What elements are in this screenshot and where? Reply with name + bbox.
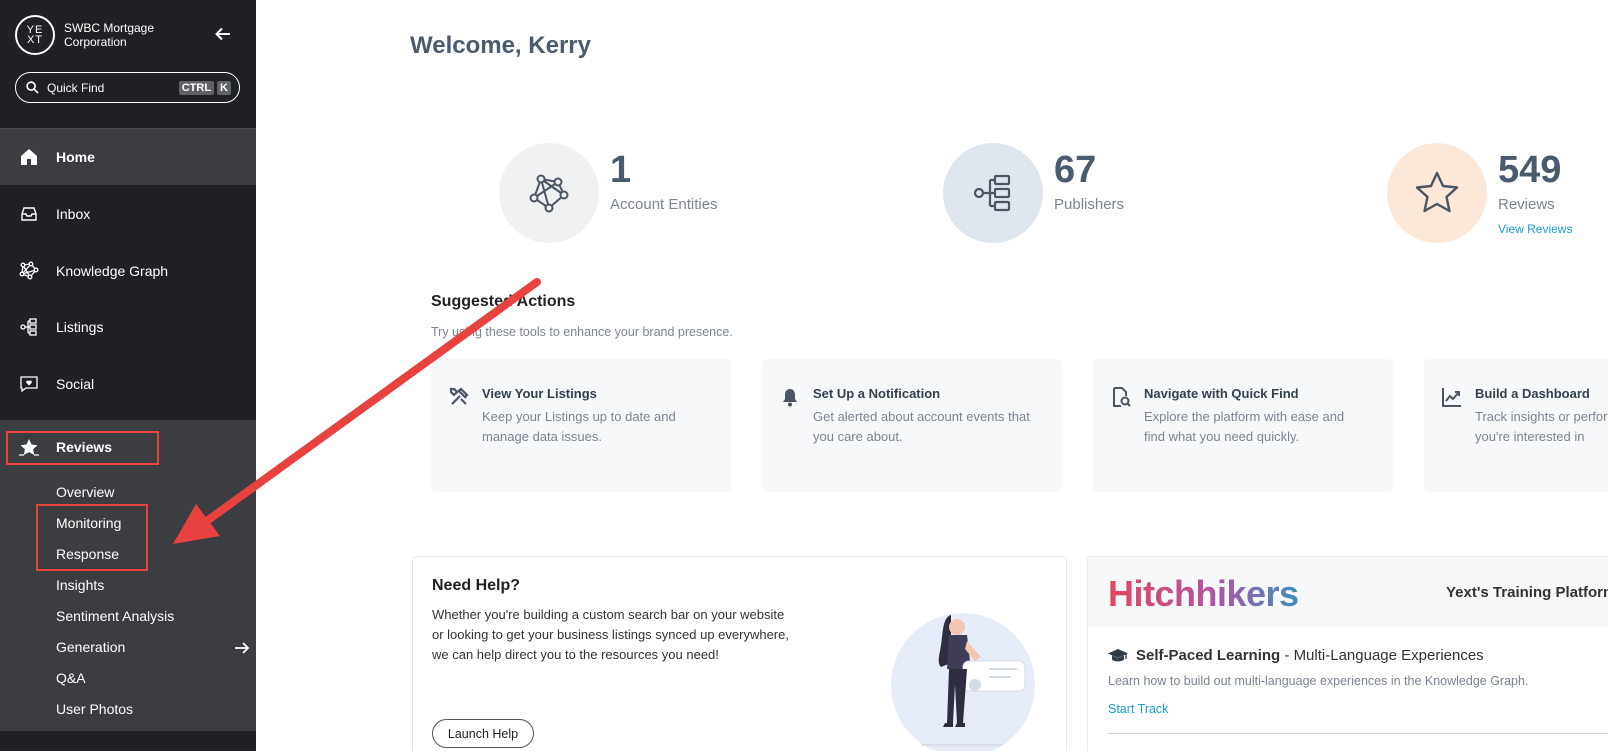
action-card-desc: Explore the platform with ease and find … [1144,409,1345,444]
action-card-title: Build a Dashboard [1475,386,1590,401]
launch-help-button[interactable]: Launch Help [432,719,534,748]
action-card-desc: Get alerted about account events that yo… [813,409,1030,444]
bell-icon [783,389,797,407]
arrow-right-icon[interactable] [234,640,250,656]
sidebar-item-label: Listings [56,319,104,335]
shortcut-key-k: K [217,80,231,95]
inbox-icon [19,204,39,224]
stat-publishers-value: 67 [1054,149,1097,191]
course-separator: - [1280,647,1294,664]
panel-divider [1108,733,1608,734]
home-icon [19,147,39,167]
hitchhikers-panel: Hitchhikers Yext's Training Platform Sel… [1087,556,1608,751]
stat-reviews-value: 549 [1498,149,1562,191]
action-card-notification[interactable]: Set Up a Notification Get alerted about … [762,359,1062,492]
help-illustration [891,613,1035,751]
sidebar-item-inbox[interactable]: Inbox [0,186,256,242]
shortcut-key-ctrl: CTRL [178,80,215,95]
action-card-title: Set Up a Notification [813,386,941,401]
sidebar-subitem-sentiment-analysis[interactable]: Sentiment Analysis [56,608,174,624]
action-card-desc: Track insights or performance that you'r… [1475,409,1608,444]
action-card-desc: Keep your Listings up to date and manage… [482,409,676,444]
course-title: Self-Paced Learning [1136,647,1281,664]
sidebar: YE XT SWBC Mortgage Corporation Quick Fin… [0,0,256,751]
sidebar-item-social[interactable]: Social [0,356,256,412]
graduation-cap-icon [1108,648,1128,661]
sidebar-subitem-user-photos[interactable]: User Photos [56,701,133,717]
sidebar-item-knowledge-graph[interactable]: Knowledge Graph [0,243,256,299]
need-help-text: Whether you're building a custom search … [432,607,789,662]
arrow-left-icon[interactable] [214,25,232,43]
social-icon [19,374,39,394]
listings-icon [19,317,39,337]
listings-tree-icon [973,174,1011,212]
action-card-listings[interactable]: View Your Listings Keep your Listings up… [431,359,731,492]
search-icon [26,81,39,94]
course-subtitle: Multi-Language Experiences [1293,647,1484,664]
stat-publishers-label: Publishers [1054,196,1125,213]
highlight-box-monitoring-response [36,504,148,571]
action-card-title: View Your Listings [482,386,597,401]
course-description: Learn how to build out multi-language ex… [1108,674,1529,688]
sidebar-item-home[interactable]: Home [0,129,256,185]
action-card-title: Navigate with Quick Find [1144,386,1299,401]
yext-logo: YE XT [15,15,55,55]
stat-entities-label: Account Entities [610,196,718,213]
sidebar-subitem-insights[interactable]: Insights [56,577,104,593]
org-name: SWBC Mortgage Corporation [64,21,155,49]
sidebar-item-label: Inbox [56,206,91,222]
action-card-dashboard[interactable]: Build a Dashboard Track insights or perf… [1424,359,1608,492]
stat-entities-circle [499,143,599,243]
stat-entities-value: 1 [610,149,632,191]
quick-find-button[interactable]: Quick Find CTRL K [15,72,240,103]
sidebar-subitem-overview[interactable]: Overview [56,484,114,500]
network-icon [529,174,569,213]
stat-publishers-circle [943,143,1043,243]
sidebar-item-label: Knowledge Graph [56,263,169,279]
sidebar-item-listings[interactable]: Listings [0,299,256,355]
knowledge-graph-icon [19,261,39,281]
tools-icon [449,387,469,405]
suggested-actions-title: Suggested Actions [431,293,576,310]
page-title: Welcome, Kerry [410,32,591,59]
search-document-icon [1113,387,1131,407]
suggested-actions-subtitle: Try using these tools to enhance your br… [431,325,733,339]
hitchhikers-tagline: Yext's Training Platform [1446,584,1608,601]
start-track-link[interactable]: Start Track [1108,702,1168,716]
hitchhikers-logo: Hitchhikers [1108,573,1299,614]
stat-reviews-label: Reviews [1498,196,1555,213]
quick-find-label: Quick Find [47,80,105,95]
stat-reviews-circle [1387,143,1487,243]
need-help-panel: Need Help? Whether you're building a cus… [412,556,1067,751]
course-heading: Self-Paced Learning - Multi-Language Exp… [1108,647,1484,664]
sidebar-subitem-qa[interactable]: Q&A [56,670,86,686]
chart-line-icon [1442,388,1461,407]
view-reviews-link[interactable]: View Reviews [1498,222,1572,236]
star-icon [1415,171,1459,213]
need-help-title: Need Help? [432,577,521,594]
sidebar-item-label: Social [56,376,95,392]
sidebar-subitem-generation[interactable]: Generation [56,639,125,655]
sidebar-item-label: Home [56,149,95,165]
highlight-box-reviews [6,431,159,465]
action-card-quick-find[interactable]: Navigate with Quick Find Explore the pla… [1093,359,1393,492]
brand[interactable]: YE XT SWBC Mortgage Corporation [15,15,174,55]
